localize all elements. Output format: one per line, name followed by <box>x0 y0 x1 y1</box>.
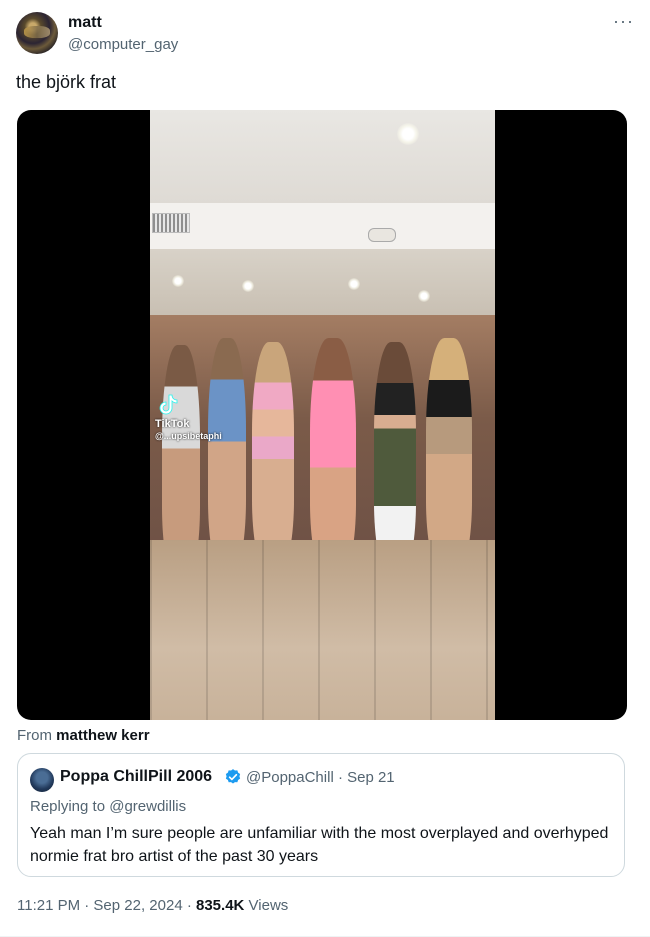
quote-author-name: Poppa ChillPill 2006 <box>60 768 213 785</box>
tweet-text: the björk frat <box>16 72 117 92</box>
wood-floor <box>150 540 495 720</box>
views-label: Views <box>248 897 289 914</box>
tweet-media-video[interactable]: TikTok @...upsibetaphi <box>17 110 627 720</box>
attribution-author-link[interactable]: matthew kerr <box>56 727 149 744</box>
media-attribution: From matthew kerr <box>17 727 150 744</box>
quote-author-avatar <box>30 768 54 792</box>
more-horizontal-icon[interactable]: ··· <box>613 12 634 30</box>
tiktok-logo-icon <box>159 394 178 415</box>
tiktok-watermark-brand: TikTok <box>155 418 190 430</box>
author-handle[interactable]: @computer_gay <box>68 36 178 53</box>
verified-badge-icon <box>225 769 241 784</box>
tweet-metadata: 11:21 PM · Sep 22, 2024 · 835.4K Views <box>17 897 288 914</box>
quote-handle-date: @PoppaChill · Sep 21 <box>246 769 395 786</box>
quote-replying-to: Replying to @grewdillis <box>30 798 186 815</box>
attribution-prefix: From <box>17 727 52 744</box>
video-frame: TikTok @...upsibetaphi <box>150 110 495 720</box>
quote-text: Yeah man I’m sure people are unfamiliar … <box>30 825 609 865</box>
ceiling-vent <box>152 213 190 233</box>
author-name[interactable]: matt <box>68 14 102 32</box>
views-count: 835.4K <box>196 897 245 914</box>
replying-to-handle[interactable]: @grewdillis <box>109 798 186 815</box>
author-avatar[interactable] <box>16 12 58 54</box>
tweet-header: matt @computer_gay ··· <box>16 12 634 56</box>
tweet-timestamp[interactable]: 11:21 PM · Sep 22, 2024 · <box>17 897 196 914</box>
replying-prefix: Replying to <box>30 798 106 815</box>
tiktok-watermark-handle: @...upsibetaphi <box>155 431 222 441</box>
quoted-tweet[interactable]: Poppa ChillPill 2006 @PoppaChill · Sep 2… <box>17 753 625 877</box>
